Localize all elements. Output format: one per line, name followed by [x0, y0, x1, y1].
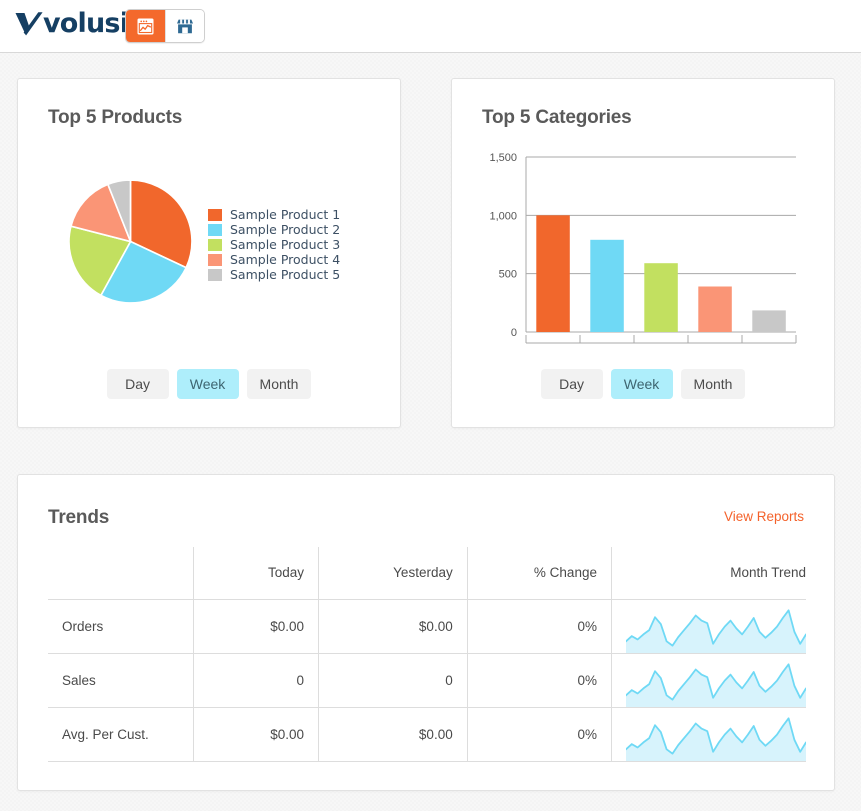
- bar-chart-svg: 0 500 1,000 1,500: [489, 152, 797, 344]
- legend-color-swatch: [208, 208, 222, 221]
- table-row: Orders $0.00 $0.00 0%: [48, 599, 806, 653]
- pie-chart-svg: [68, 179, 193, 304]
- categories-period-day[interactable]: Day: [540, 369, 603, 399]
- trends-header-row: Today Yesterday % Change Month Trend: [48, 547, 806, 599]
- products-period-buttons[interactable]: Day Week Month: [18, 369, 400, 399]
- trends-col-yesterday: Yesterday: [318, 547, 468, 599]
- table-row: Sales 0 0 0%: [48, 653, 806, 707]
- legend-item-label: Sample Product 5: [230, 267, 341, 282]
- legend-item-label: Sample Product 4: [230, 252, 341, 267]
- month-trend-sparkline: [625, 608, 806, 653]
- bar[interactable]: [698, 286, 732, 333]
- trends-yesterday-value: $0.00: [318, 599, 468, 653]
- legend-color-swatch: [208, 253, 222, 266]
- trends-row-label: Orders: [48, 599, 195, 653]
- bar-y-tick-label: 500: [499, 269, 517, 281]
- products-period-month[interactable]: Month: [246, 369, 312, 399]
- legend-item[interactable]: Sample Product 2: [208, 222, 340, 237]
- legend-item-label: Sample Product 1: [230, 207, 341, 222]
- trends-sparkline-cell: [611, 599, 806, 653]
- bar[interactable]: [536, 215, 570, 332]
- table-row: Avg. Per Cust. $0.00 $0.00 0%: [48, 707, 806, 762]
- legend-item-label: Sample Product 3: [230, 237, 341, 252]
- categories-period-week[interactable]: Week: [610, 369, 673, 399]
- reports-view-toggle[interactable]: [126, 10, 165, 42]
- trends-card-title: Trends: [48, 507, 110, 528]
- trends-sparkline-cell: [611, 653, 806, 707]
- legend-color-swatch: [208, 238, 222, 251]
- legend-item[interactable]: Sample Product 4: [208, 252, 340, 267]
- bar-y-tick-label: 1,500: [489, 152, 517, 164]
- view-toggle-group[interactable]: [125, 9, 205, 43]
- trends-change-value: 0%: [467, 707, 612, 762]
- trends-col-today: Today: [193, 547, 320, 599]
- legend-color-swatch: [208, 268, 222, 281]
- trends-row-label: Avg. Per Cust.: [48, 707, 195, 762]
- top-categories-card: Top 5 Categories 0 500 1,000 1,500 Day Week…: [451, 78, 835, 428]
- products-card-title: Top 5 Products: [48, 107, 183, 128]
- legend-item[interactable]: Sample Product 1: [208, 207, 340, 222]
- legend-item[interactable]: Sample Product 5: [208, 267, 340, 282]
- month-trend-sparkline: [625, 716, 806, 761]
- trends-today-value: $0.00: [193, 599, 320, 653]
- trends-today-value: $0.00: [193, 707, 320, 762]
- trends-yesterday-value: $0.00: [318, 707, 468, 762]
- trends-table: Today Yesterday % Change Month Trend Ord…: [48, 547, 806, 762]
- categories-period-buttons[interactable]: Day Week Month: [452, 369, 834, 399]
- top-products-card: Top 5 Products Sample Product 1 Sample Pr…: [17, 78, 401, 428]
- products-period-day[interactable]: Day: [106, 369, 169, 399]
- bar[interactable]: [752, 310, 786, 332]
- trends-yesterday-value: 0: [318, 653, 468, 707]
- storefront-view-toggle[interactable]: [164, 10, 204, 42]
- trends-row-label: Sales: [48, 653, 195, 707]
- legend-color-swatch: [208, 223, 222, 236]
- bar-y-tick-label: 1,000: [489, 210, 517, 222]
- trends-card: Trends View Reports Today Yesterday % Ch…: [17, 474, 835, 791]
- legend-item-label: Sample Product 2: [230, 222, 341, 237]
- trends-col-metric: [48, 547, 195, 599]
- chart-report-icon: [137, 18, 154, 34]
- categories-period-month[interactable]: Month: [680, 369, 746, 399]
- volusion-v-mark-icon: [15, 12, 43, 36]
- categories-bar-chart: 0 500 1,000 1,500: [482, 147, 806, 367]
- trends-col-trend: Month Trend: [730, 565, 806, 581]
- trends-col-change: % Change: [467, 547, 612, 599]
- bar-y-tick-label: 0: [511, 327, 517, 339]
- view-reports-link[interactable]: View Reports: [724, 509, 804, 524]
- storefront-icon: [176, 19, 193, 33]
- bar[interactable]: [644, 263, 678, 332]
- trends-today-value: 0: [193, 653, 320, 707]
- bar[interactable]: [590, 239, 624, 332]
- app-header: volusion®: [0, 0, 861, 53]
- legend-item[interactable]: Sample Product 3: [208, 237, 340, 252]
- products-legend: Sample Product 1 Sample Product 2 Sample P…: [208, 207, 340, 282]
- trends-change-value: 0%: [467, 599, 612, 653]
- categories-card-title: Top 5 Categories: [482, 107, 632, 128]
- month-trend-sparkline: [625, 662, 806, 707]
- trends-change-value: 0%: [467, 653, 612, 707]
- products-pie-chart: [68, 179, 193, 309]
- trends-sparkline-cell: [611, 707, 806, 762]
- products-period-week[interactable]: Week: [176, 369, 239, 399]
